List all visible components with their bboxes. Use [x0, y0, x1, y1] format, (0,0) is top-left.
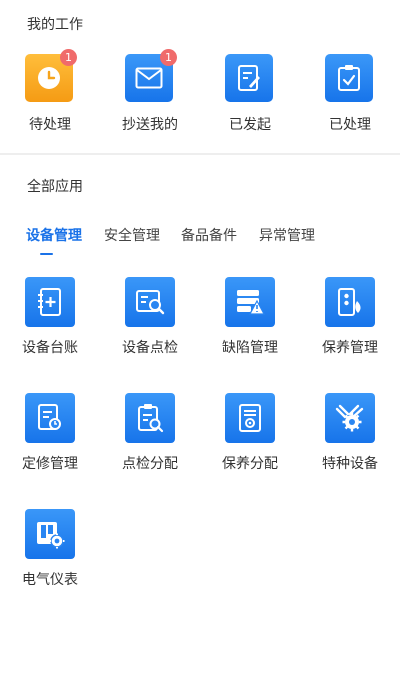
- repair-doc-icon: [25, 393, 75, 443]
- app-label: 保养管理: [322, 340, 378, 356]
- app-label: 设备点检: [122, 340, 178, 356]
- defect-warning-icon: [225, 277, 275, 327]
- work-item-label: 已发起: [229, 117, 271, 133]
- inspection-assign-icon: [125, 393, 175, 443]
- tab-spare-parts[interactable]: 备品备件: [181, 225, 237, 245]
- maintenance-device-icon: [325, 277, 375, 327]
- app-label: 设备台账: [22, 340, 78, 356]
- tab-safety-management[interactable]: 安全管理: [104, 225, 160, 245]
- work-item-label: 待处理: [29, 117, 71, 133]
- app-label: 点检分配: [122, 456, 178, 472]
- app-label: 保养分配: [222, 456, 278, 472]
- app-label: 缺陷管理: [222, 340, 278, 356]
- section-divider: [0, 153, 400, 155]
- app-label: 特种设备: [322, 456, 378, 472]
- active-tab-indicator: [40, 253, 53, 255]
- edit-doc-icon: [225, 54, 273, 102]
- cc-count-badge: 1: [160, 49, 177, 66]
- all-apps-title: 全部应用: [27, 179, 83, 195]
- electrical-meter-icon: [25, 509, 75, 559]
- ledger-book-icon: [25, 277, 75, 327]
- my-work-title: 我的工作: [27, 17, 83, 33]
- pending-count-badge: 1: [60, 49, 77, 66]
- tab-exception-management[interactable]: 异常管理: [259, 225, 315, 245]
- maintenance-assign-icon: [225, 393, 275, 443]
- work-item-label: 已处理: [329, 117, 371, 133]
- special-equipment-gear-icon: [325, 393, 375, 443]
- work-item-label: 抄送我的: [122, 117, 178, 133]
- app-label: 电气仪表: [22, 572, 78, 588]
- app-label: 定修管理: [22, 456, 78, 472]
- inspection-search-icon: [125, 277, 175, 327]
- tab-equipment-management[interactable]: 设备管理: [26, 225, 82, 245]
- check-clipboard-icon: [325, 54, 373, 102]
